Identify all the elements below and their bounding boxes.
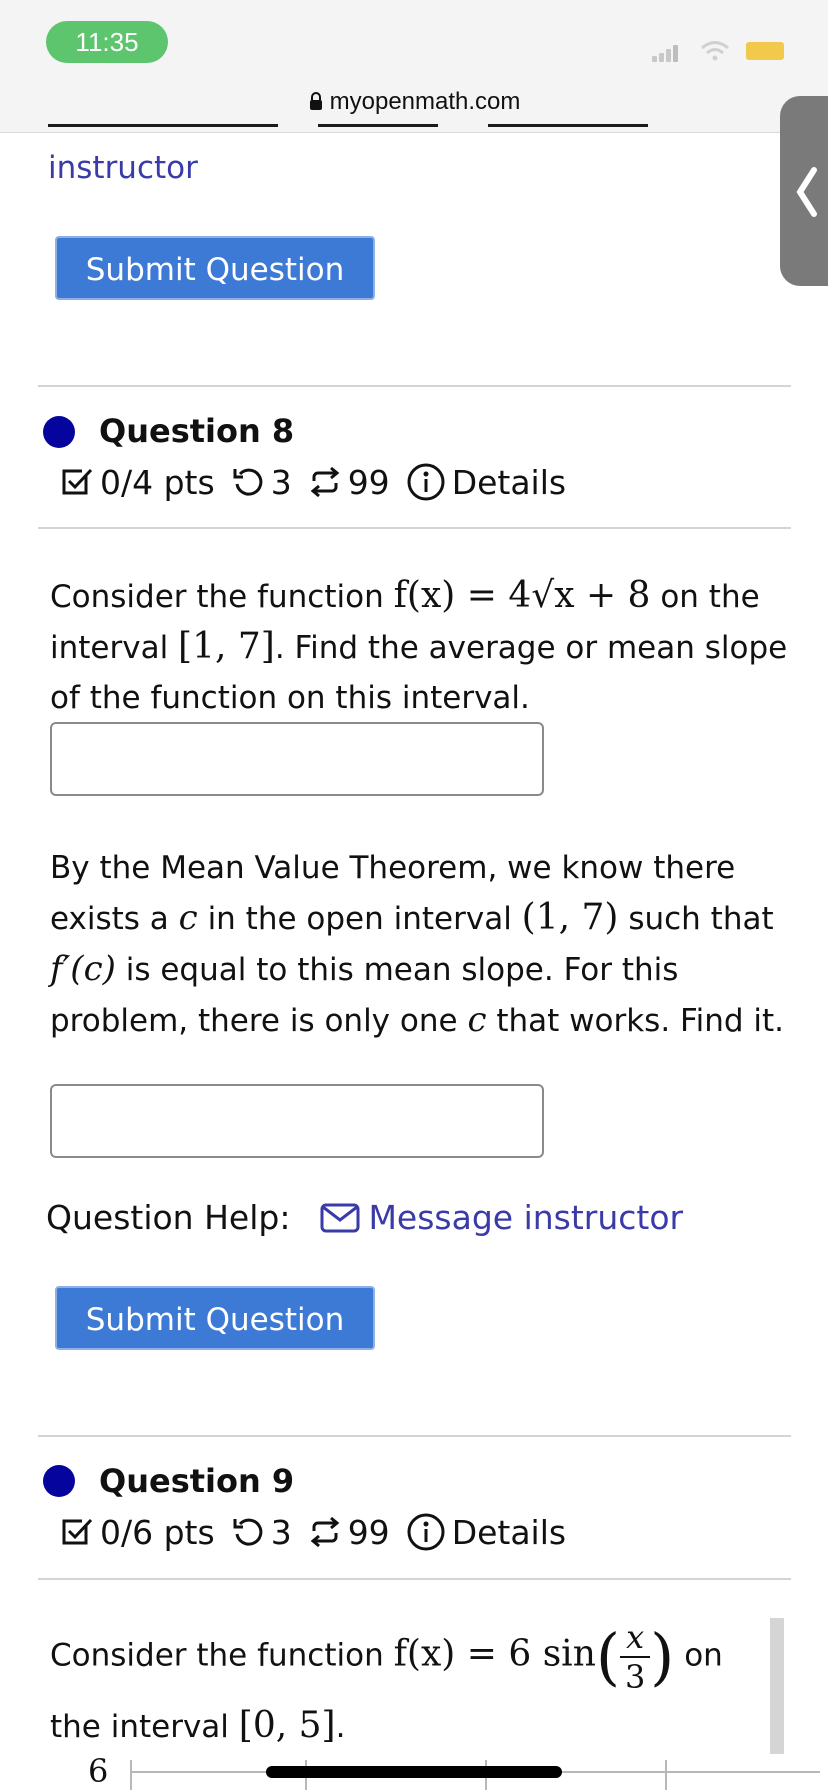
question-help-row: Question Help: Message instructor xyxy=(46,1198,683,1237)
retries-count: 3 xyxy=(270,462,292,502)
question-9-title: Question 9 xyxy=(99,1462,295,1500)
submit-question-button-top[interactable]: Submit Question xyxy=(55,236,375,300)
graph-tick xyxy=(665,1760,667,1790)
points: 0/6 pts xyxy=(100,1512,215,1552)
math-function: f(x) = 4√x + 8 xyxy=(393,575,651,616)
wifi-icon xyxy=(701,41,729,61)
battery-icon xyxy=(746,42,784,60)
math-fraction: x3 xyxy=(620,1618,651,1696)
question-9-prompt: Consider the function f(x) = 6 sin(x 3) o… xyxy=(50,1618,723,1746)
attempts-icon xyxy=(310,466,340,498)
attempts-count: 99 xyxy=(347,462,390,502)
lock-icon xyxy=(309,92,322,110)
clock: 11:35 xyxy=(46,21,168,63)
divider xyxy=(38,1435,791,1437)
url-text: myopenmath.com xyxy=(329,88,521,115)
divider xyxy=(38,385,791,387)
attempts-count: 99 xyxy=(347,1512,390,1552)
browser-chrome: 11:35 myopenmath.com xyxy=(0,0,828,133)
status-dot xyxy=(43,1465,75,1497)
question-8-meta: 0/4 pts 3 99 Details xyxy=(60,462,566,502)
graph-tick xyxy=(130,1760,132,1790)
retry-icon xyxy=(233,468,263,496)
submit-question-button[interactable]: Submit Question xyxy=(55,1286,375,1350)
question-help-label: Question Help: xyxy=(46,1198,291,1237)
status-dot xyxy=(43,416,75,448)
attempts-icon xyxy=(310,1516,340,1548)
points: 0/4 pts xyxy=(100,462,215,502)
address-bar[interactable]: myopenmath.com xyxy=(0,88,828,116)
message-instructor-link-top[interactable]: instructor xyxy=(48,150,198,186)
cellular-signal-icon xyxy=(652,44,680,62)
question-9-meta: 0/6 pts 3 99 Details xyxy=(60,1512,566,1552)
message-instructor-link[interactable]: Message instructor xyxy=(368,1198,683,1237)
divider xyxy=(38,527,791,529)
details-link[interactable]: Details xyxy=(452,463,566,502)
question-8-mvt-prompt: By the Mean Value Theorem, we know there… xyxy=(50,850,785,1040)
retries-count: 3 xyxy=(270,1512,292,1552)
answer-input-mean-slope[interactable] xyxy=(50,722,544,796)
back-swipe-tab[interactable] xyxy=(780,96,828,286)
retry-icon xyxy=(233,1518,263,1546)
clipped-previous-content xyxy=(48,120,648,134)
math-interval: [1, 7] xyxy=(178,626,275,667)
divider xyxy=(38,1578,791,1580)
envelope-icon xyxy=(320,1203,360,1232)
info-icon[interactable] xyxy=(406,462,446,502)
horizontal-scroll-shadow xyxy=(770,1618,784,1754)
home-indicator[interactable] xyxy=(266,1766,562,1778)
info-icon[interactable] xyxy=(406,1512,446,1552)
graph-y-tick-label: 6 xyxy=(88,1752,109,1790)
checkbox-icon xyxy=(62,468,93,495)
answer-input-c-value[interactable] xyxy=(50,1084,544,1158)
question-8-prompt: Consider the function f(x) = 4√x + 8 on … xyxy=(50,575,788,716)
chevron-left-icon xyxy=(796,167,817,217)
math-function: f(x) = 6 sin xyxy=(393,1633,596,1675)
checkbox-icon xyxy=(62,1518,93,1545)
details-link[interactable]: Details xyxy=(452,1513,566,1552)
math-interval: [0, 5] xyxy=(238,1705,336,1746)
question-8-title: Question 8 xyxy=(99,412,295,450)
